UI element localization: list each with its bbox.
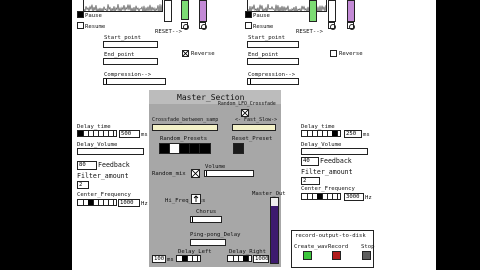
record-label: Record [328,244,349,250]
right-center-frequency-value[interactable]: 3000 [344,193,364,201]
right-delay-time-value[interactable]: 250 [344,130,362,138]
master-out-level [271,206,278,263]
right-end-point-slider[interactable] [247,58,299,65]
ping-pong-delay-label: Ping-pong_Delay [190,232,241,238]
random-lfo-crossfade-label: Random_LFO_Crossfade [218,102,276,107]
left-purple-slider[interactable] [199,0,207,22]
right-center-frequency-label: Center_Frequency [301,186,355,192]
random-crossfade-toggle[interactable] [241,109,249,117]
right-resume-toggle[interactable] [245,22,252,29]
stop-label: Stop [361,244,375,250]
stop-button[interactable] [362,251,371,260]
left-compression-slider[interactable] [103,78,166,85]
left-reverse-x-icon [183,51,188,56]
left-center-frequency-value[interactable]: 1000 [118,199,140,207]
chorus-slider[interactable] [190,216,222,223]
crossfade-between-samp-label: Crossfade_between_samp [152,117,219,123]
left-waveform-graphic [84,4,162,11]
right-reset-bang[interactable] [328,22,336,30]
right-delay-volume-slider[interactable] [301,148,368,155]
right-start-point-slider[interactable] [247,41,299,48]
random-presets-label: Random_Presets [160,136,208,142]
record-button[interactable] [332,251,341,260]
arrow-up-icon [193,195,199,202]
random-mix-x-icon [192,170,199,177]
delay-left-value[interactable]: 100 [152,255,166,263]
left-reset-bang[interactable] [181,22,189,30]
right-reverse-label: Reverse [339,51,363,57]
left-reset-label: RESET--> [155,29,182,35]
fast-slow-slider[interactable] [232,124,276,131]
delay-left-selector[interactable] [176,255,201,262]
right-resume-label: Resume [253,24,274,30]
recorder-title: record-output-to-disk [295,233,366,239]
right-feedback-label: Feedback [320,157,352,165]
left-feedback-value[interactable]: 80 [77,161,97,170]
left-resume-label: Resume [85,24,106,30]
fast-slow-label: <- Fast_Slow-> [235,117,278,123]
left-resume-toggle[interactable] [77,22,84,29]
right-speed-slider[interactable] [328,0,336,22]
left-center-frequency-selector[interactable] [77,199,117,206]
volume-slider[interactable] [204,170,254,177]
right-purple-slider[interactable] [347,0,355,22]
master-section-panel: Master_Section Random_LFO_Crossfade Cros… [149,90,286,267]
right-cf-hz-unit: Hz [365,195,372,201]
left-end-point-slider[interactable] [103,58,158,65]
left-speed-slider[interactable] [164,0,172,22]
left-delay-time-value[interactable]: 500 [119,130,140,138]
master-out-label: Master_Out [252,191,286,197]
left-reset-bang-2[interactable] [199,22,207,30]
right-green-slider[interactable] [309,0,317,22]
reset-preset-bang[interactable] [233,143,244,154]
left-waveform [83,0,163,12]
master-out-meter[interactable] [270,197,279,264]
left-delay-volume-slider[interactable] [77,148,144,155]
right-pause-toggle[interactable] [245,11,252,18]
right-filter-amount-label: Filter_amount [301,168,353,176]
left-delay-ms-unit: ms [141,132,148,138]
right-center-frequency-selector[interactable] [301,193,341,200]
random-mix-label: Random_mix [152,171,186,177]
right-reset-bang-2[interactable] [347,22,355,30]
left-feedback-label: Feedback [98,161,130,169]
right-pause-label: Pause [253,13,270,19]
left-cf-hz-unit: Hz [141,201,148,207]
delay-right-value[interactable]: 1000 [253,255,269,263]
left-filter-amount-label: Filter_amount [77,172,129,180]
random-mix-toggle[interactable] [191,169,200,178]
chorus-label: Chorus [196,209,217,215]
right-delay-ms-unit: ms [363,132,370,138]
right-delay-time-selector[interactable] [301,130,341,137]
random-presets-selector[interactable] [159,143,211,154]
master-title: Master_Section [177,93,245,102]
right-compression-slider[interactable] [247,78,299,85]
left-green-slider[interactable] [181,0,189,20]
left-filter-amount-value[interactable]: 2 [77,181,89,189]
recorder-panel: record-output-to-disk Create_wav Record … [291,230,374,268]
left-reverse-label: Reverse [191,51,215,57]
create-wav-button[interactable] [303,251,312,260]
right-reverse-toggle[interactable] [330,50,337,57]
right-reset-label: RESET--> [296,29,323,35]
delay-right-selector[interactable] [227,255,252,262]
left-pause-toggle[interactable] [77,11,84,18]
reset-preset-label: Reset_Preset [232,136,273,142]
hi-freq-loss-toggle[interactable] [191,194,201,204]
ping-pong-delay-slider[interactable] [190,239,226,246]
right-feedback-value[interactable]: 40 [301,157,319,166]
left-reverse-toggle[interactable] [182,50,189,57]
left-pause-label: Pause [85,13,102,19]
create-wav-label: Create_wav [294,244,328,250]
random-crossfade-x-icon [242,110,248,116]
crossfade-slider[interactable] [152,124,218,131]
right-filter-amount-value[interactable]: 2 [301,177,320,185]
left-start-point-slider[interactable] [103,41,158,48]
left-delay-time-selector[interactable] [77,130,117,137]
patch-canvas: Pause Resume RESET--> Start_point End_po… [72,0,436,270]
delay-left-ms-unit: ms [167,257,174,263]
left-center-frequency-label: Center_Frequency [77,192,131,198]
